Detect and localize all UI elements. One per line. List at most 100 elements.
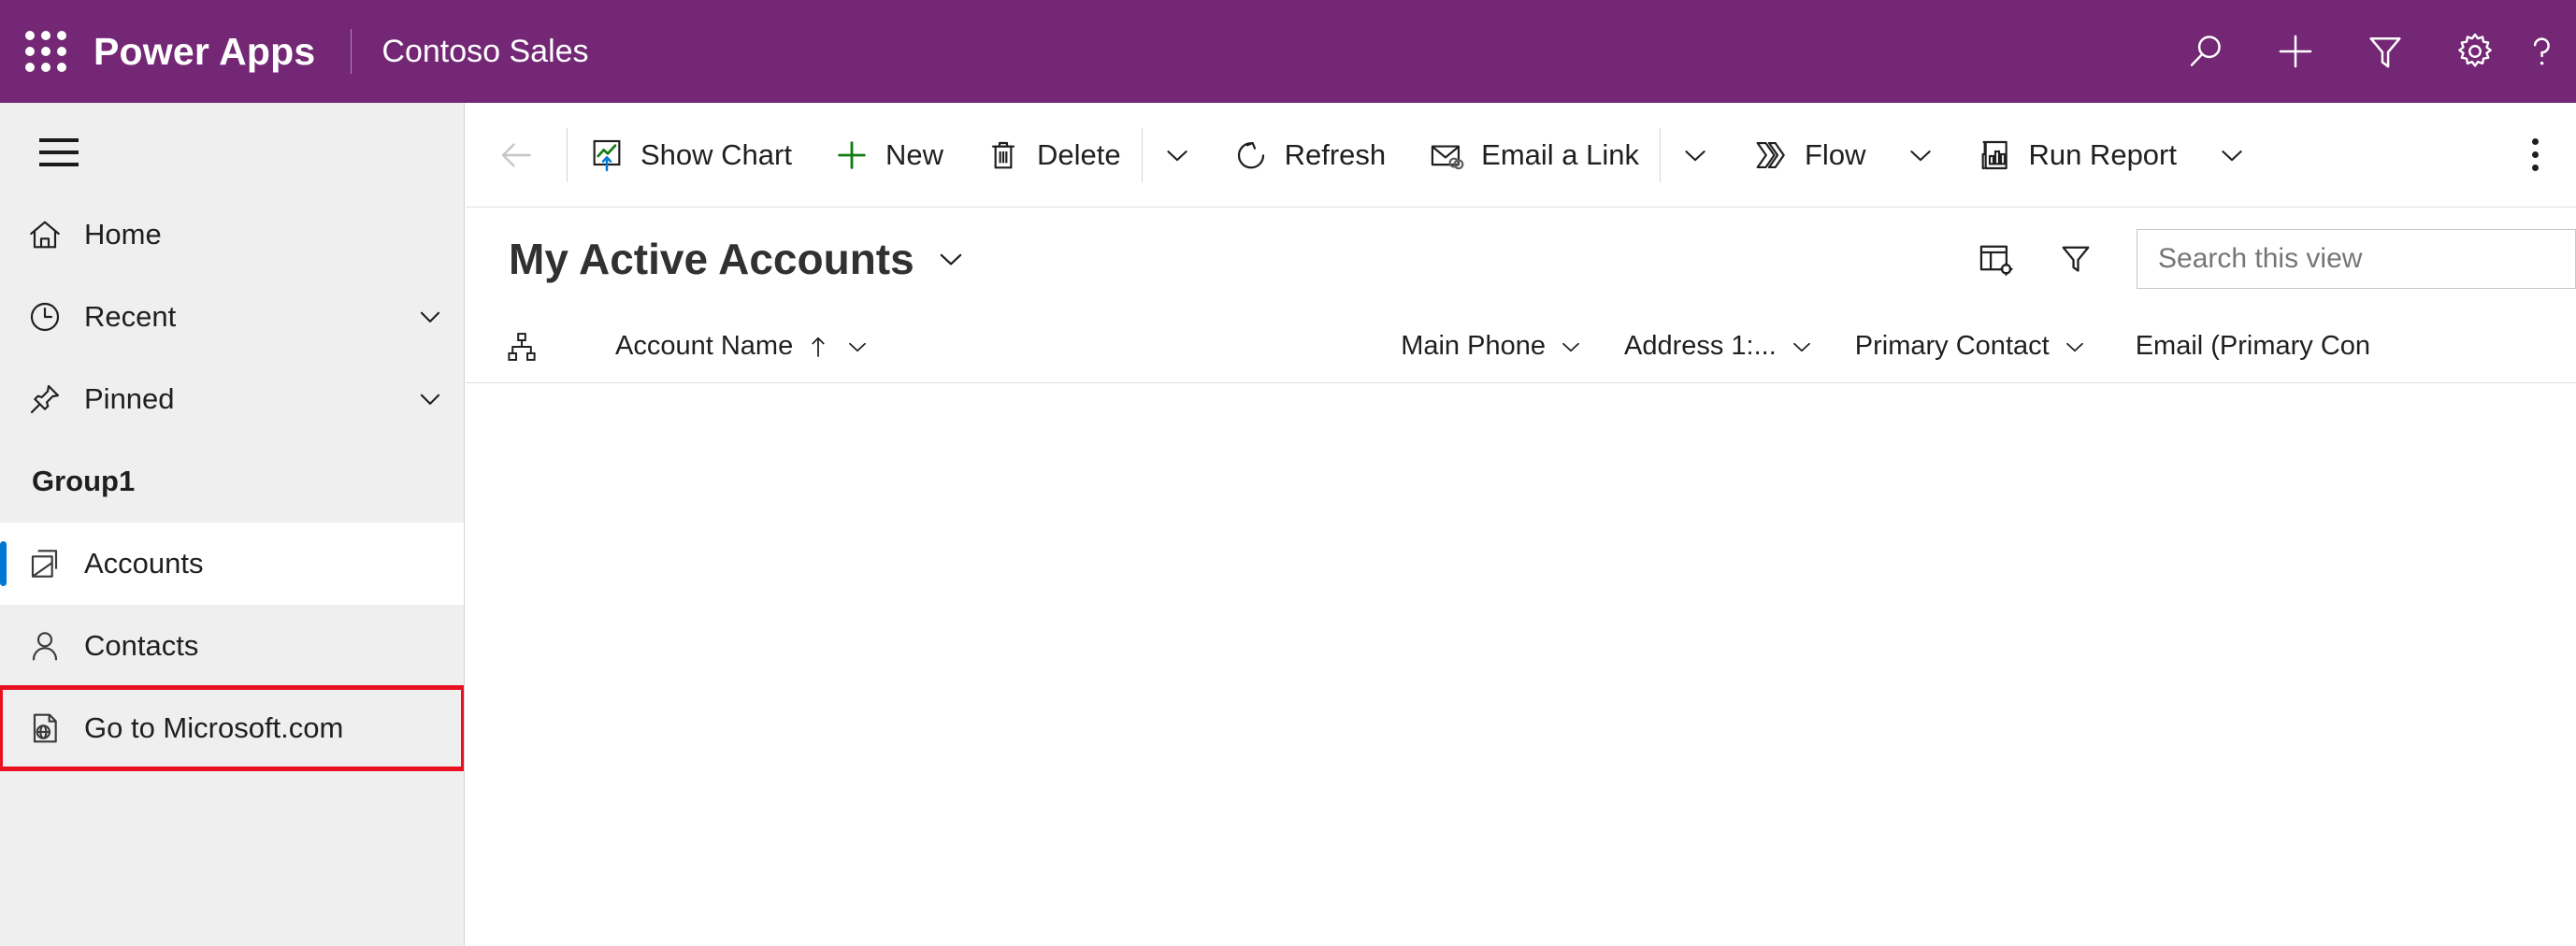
sidebar-toggle-button[interactable] [17, 111, 101, 194]
chevron-down-icon [1160, 138, 1194, 172]
plus-green-icon [833, 136, 871, 174]
delete-button[interactable]: Delete [964, 103, 1142, 208]
command-label: Email a Link [1481, 138, 1639, 172]
trash-icon [985, 136, 1022, 174]
sidebar-item-label: Accounts [84, 547, 464, 580]
chevron-down-icon [933, 241, 969, 277]
flow-icon [1750, 136, 1790, 175]
brand-title[interactable]: Power Apps [94, 30, 315, 74]
header-actions [2161, 0, 2576, 103]
plus-icon [2274, 30, 2317, 73]
flow-button[interactable]: Flow [1730, 103, 1886, 208]
command-label: Show Chart [640, 138, 792, 172]
show-chart-icon [588, 136, 626, 174]
header-help-button[interactable] [2520, 0, 2576, 103]
chevron-down-icon[interactable] [1557, 333, 1585, 361]
sidebar-item-accounts[interactable]: Accounts [0, 523, 464, 605]
command-overflow-button[interactable] [2494, 103, 2576, 208]
email-link-icon [1427, 136, 1466, 175]
chevron-down-icon [2215, 138, 2249, 172]
column-label: Account Name [615, 331, 793, 362]
column-header-primary-contact[interactable]: Primary Contact [1855, 310, 2089, 383]
contact-person-icon [26, 627, 84, 665]
search-view-box[interactable] [2137, 229, 2576, 289]
sidebar-item-contacts[interactable]: Contacts [0, 605, 464, 687]
flow-caret-button[interactable] [1886, 103, 1955, 208]
sidebar-item-pinned[interactable]: Pinned [0, 358, 464, 440]
page-title: My Active Accounts [509, 234, 914, 284]
sidebar-item-label: Pinned [84, 382, 396, 416]
column-header-address-1[interactable]: Address 1:... [1624, 310, 1816, 383]
chevron-down-icon[interactable] [2061, 333, 2089, 361]
sidebar-item-recent[interactable]: Recent [0, 276, 464, 358]
filter-icon [2364, 30, 2407, 73]
hamburger-menu-icon [39, 138, 79, 166]
back-button[interactable] [466, 103, 567, 208]
sidebar-group-heading: Group1 [0, 440, 464, 523]
email-a-link-button[interactable]: Email a Link [1406, 103, 1660, 208]
delete-caret-button[interactable] [1143, 103, 1212, 208]
command-label: Refresh [1285, 138, 1387, 172]
chevron-down-icon[interactable] [1788, 333, 1816, 361]
view-selector-button[interactable] [933, 241, 969, 277]
sidebar-item-go-to-microsoft-com[interactable]: Go to Microsoft.com [0, 687, 464, 769]
sidebar-item-label: Go to Microsoft.com [84, 711, 464, 745]
more-vertical-icon [2532, 138, 2539, 145]
waffle-grid-icon [25, 31, 66, 72]
help-icon [2520, 30, 2563, 73]
web-page-icon [26, 710, 84, 747]
column-header-email-primary-contact[interactable]: Email (Primary Con [2136, 310, 2370, 383]
column-label: Email (Primary Con [2136, 331, 2370, 362]
hierarchy-column-button[interactable] [466, 310, 578, 383]
waffle-button[interactable] [0, 0, 92, 103]
chevron-down-icon[interactable] [396, 301, 464, 333]
new-button[interactable]: New [813, 103, 964, 208]
chevron-down-icon[interactable] [396, 383, 464, 415]
back-arrow-icon [496, 135, 537, 176]
sidebar-item-label: Contacts [84, 629, 464, 663]
column-header-main-phone[interactable]: Main Phone [1401, 310, 1585, 383]
header-divider [351, 29, 352, 74]
sidebar-item-label: Home [84, 218, 464, 251]
chevron-down-icon[interactable] [843, 333, 871, 361]
command-label: New [885, 138, 943, 172]
email-caret-button[interactable] [1661, 103, 1730, 208]
column-label: Address 1:... [1624, 331, 1777, 362]
sidebar-item-home[interactable]: Home [0, 194, 464, 276]
app-header: Power Apps Contoso Sales [0, 0, 2576, 103]
filter-icon [2056, 239, 2095, 279]
run-report-button[interactable]: Run Report [1955, 103, 2197, 208]
search-input[interactable] [2158, 243, 2575, 275]
search-icon [2184, 30, 2227, 73]
command-label: Flow [1805, 138, 1865, 172]
more-vertical-icon [2532, 151, 2539, 158]
show-chart-button[interactable]: Show Chart [568, 103, 813, 208]
command-label: Delete [1037, 138, 1121, 172]
header-settings-button[interactable] [2430, 0, 2520, 103]
app-title[interactable]: Contoso Sales [381, 34, 588, 70]
hierarchy-icon [504, 329, 540, 365]
main-content: Show Chart New [466, 103, 2576, 946]
edit-columns-icon [1976, 239, 2015, 279]
refresh-button[interactable]: Refresh [1212, 103, 1407, 208]
header-filter-button[interactable] [2340, 0, 2430, 103]
view-header: My Active Accounts [466, 208, 2576, 310]
clock-icon [26, 298, 84, 336]
chevron-down-icon [1904, 138, 1937, 172]
sidebar-item-label: Recent [84, 300, 396, 334]
command-bar: Show Chart New [466, 103, 2576, 208]
edit-filters-button[interactable] [2036, 219, 2116, 299]
accounts-icon [26, 545, 84, 582]
sidebar: Home Recent Pinned [0, 103, 465, 946]
edit-columns-button[interactable] [1955, 219, 2036, 299]
header-search-button[interactable] [2161, 0, 2251, 103]
column-label: Primary Contact [1855, 331, 2050, 362]
run-report-caret-button[interactable] [2197, 103, 2267, 208]
refresh-icon [1232, 136, 1270, 174]
command-label: Run Report [2028, 138, 2177, 172]
more-vertical-icon [2532, 165, 2539, 171]
run-report-icon [1976, 136, 2013, 174]
column-header-account-name[interactable]: Account Name [615, 310, 871, 383]
home-icon [26, 216, 84, 253]
header-new-button[interactable] [2251, 0, 2340, 103]
